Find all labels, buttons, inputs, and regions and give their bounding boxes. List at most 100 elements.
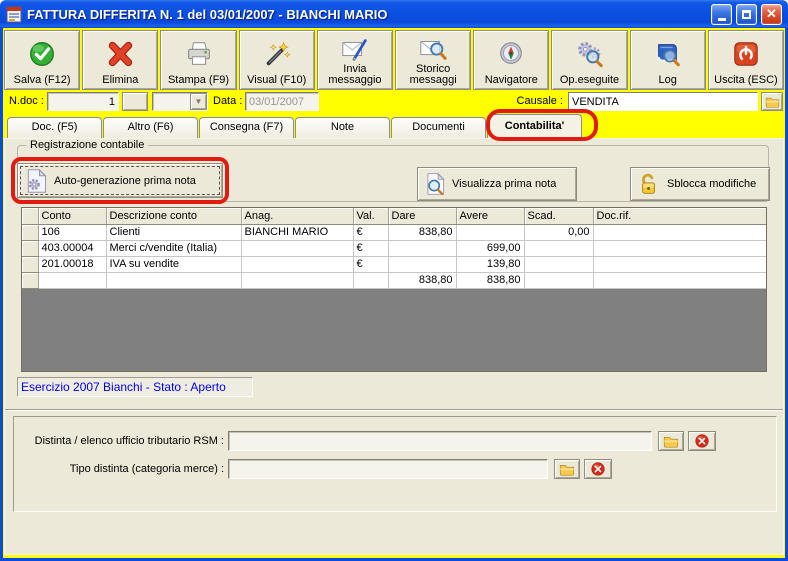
tipo-distinta-input[interactable] — [228, 459, 548, 479]
contabilita-tab-page: Registrazione contabile Auto-generazione… — [4, 138, 784, 555]
open-lock-icon — [642, 173, 655, 194]
stampa-button[interactable]: Stampa (F9) — [160, 30, 237, 90]
navigatore-label: Navigatore — [484, 74, 538, 86]
tab-consegna-f7[interactable]: Consegna (F7) — [199, 117, 294, 138]
navigatore-button[interactable]: Navigatore — [473, 30, 550, 90]
causale-label: Causale : — [516, 95, 563, 107]
grid-row-2[interactable]: 403.00004 Merci c/vendite (Italia) € 699… — [22, 240, 766, 257]
mail-search-icon — [418, 33, 448, 64]
auto-generazione-label: Auto-generazione prima nota — [54, 174, 196, 187]
tab-contabilita[interactable]: Contabilita' — [487, 114, 582, 138]
storico-messaggi-label: Storico messaggi — [409, 63, 457, 86]
tipo-distinta-label: Tipo distinta (categoria merce) : — [69, 463, 224, 475]
app-window: FATTURA DIFFERITA N. 1 del 03/01/2007 - … — [0, 0, 788, 561]
grid-totals-row[interactable]: 838,80 838,80 — [22, 272, 766, 289]
sblocca-modifiche-label: Sblocca modifiche — [667, 178, 757, 190]
esercizio-status: Esercizio 2007 Bianchi - Stato : Aperto — [17, 377, 253, 397]
stampa-label: Stampa (F9) — [167, 74, 230, 86]
causale-folder-button[interactable] — [761, 92, 783, 111]
distinta-panel: Distinta / elenco ufficio tributario RSM… — [13, 416, 777, 512]
grid-header-row: Conto Descrizione conto Anag. Val. Dare … — [22, 208, 766, 225]
toolbar: Salva (F12) Elimina Stampa (F9) Visual (… — [4, 30, 785, 90]
app-icon — [6, 6, 23, 23]
uscita-label: Uscita (ESC) — [714, 74, 778, 86]
visual-button[interactable]: Visual (F10) — [238, 30, 315, 90]
compass-icon — [496, 33, 526, 75]
log-button[interactable]: Log — [629, 30, 706, 90]
tab-documenti[interactable]: Documenti — [391, 117, 486, 138]
col-val: Val. — [353, 208, 389, 225]
col-anag: Anag. — [241, 208, 354, 225]
distinta-label: Distinta / elenco ufficio tributario RSM… — [34, 435, 224, 447]
document-fields-row: N.doc : ▼ Data : Causale : — [3, 92, 785, 112]
mail-pen-icon — [340, 33, 370, 64]
storico-messaggi-button[interactable]: Storico messaggi — [395, 30, 472, 90]
doc-type-combo-value — [153, 93, 190, 110]
elimina-label: Elimina — [102, 74, 139, 86]
magic-wand-icon — [262, 33, 292, 75]
invia-messaggio-button[interactable]: Invia messaggio — [316, 30, 394, 90]
elimina-button[interactable]: Elimina — [82, 30, 159, 90]
visualizza-prima-nota-button[interactable]: Visualizza prima nota — [417, 167, 577, 201]
ndoc-input[interactable] — [47, 92, 119, 111]
maximize-button[interactable] — [736, 3, 757, 25]
op-eseguite-label: Op.eseguite — [559, 74, 620, 86]
doc-search-icon — [427, 172, 445, 195]
log-label: Log — [658, 74, 677, 86]
data-label: Data : — [213, 95, 243, 107]
group-title: Registrazione contabile — [26, 139, 149, 151]
gears-search-icon — [575, 33, 605, 75]
distinta-clear-button[interactable] — [688, 431, 716, 451]
salva-button[interactable]: Salva (F12) — [4, 30, 81, 90]
distinta-folder-button[interactable] — [658, 431, 684, 451]
grid-row-1[interactable]: 106 Clienti BIANCHI MARIO € 838,80 0,00 — [22, 224, 766, 241]
minimize-button[interactable] — [711, 3, 732, 25]
auto-generazione-button[interactable]: Auto-generazione prima nota — [17, 163, 223, 198]
delete-x-icon — [105, 33, 135, 75]
save-check-icon — [27, 33, 57, 75]
col-avere: Avere — [456, 208, 525, 225]
invia-messaggio-label: Invia messaggio — [328, 63, 382, 86]
ndoc-side-button[interactable] — [122, 92, 148, 111]
log-book-search-icon — [653, 33, 683, 75]
chevron-down-icon: ▼ — [190, 93, 207, 110]
doc-type-combo[interactable]: ▼ — [152, 92, 208, 111]
ndoc-label: N.doc : — [9, 95, 44, 107]
sblocca-modifiche-button[interactable]: Sblocca modifiche — [630, 167, 770, 201]
tipo-distinta-clear-button[interactable] — [584, 459, 612, 479]
col-selector — [22, 208, 39, 225]
printer-icon — [184, 33, 214, 75]
visualizza-prima-nota-label: Visualizza prima nota — [452, 178, 557, 190]
col-scad: Scad. — [524, 208, 594, 225]
data-input[interactable] — [245, 92, 319, 111]
col-conto: Conto — [38, 208, 107, 225]
visual-label: Visual (F10) — [247, 74, 307, 86]
close-button[interactable]: ✕ — [761, 3, 782, 25]
tipo-distinta-folder-button[interactable] — [554, 459, 580, 479]
distinta-input[interactable] — [228, 431, 652, 451]
cancel-icon — [695, 434, 709, 448]
panel-divider — [5, 409, 783, 411]
annotation-ring-autogen: Auto-generazione prima nota — [11, 157, 229, 204]
causale-input[interactable] — [568, 92, 758, 111]
cancel-icon — [591, 462, 605, 476]
window-title: FATTURA DIFFERITA N. 1 del 03/01/2007 - … — [27, 6, 388, 22]
tab-strip: Doc. (F5) Altro (F6) Consegna (F7) Note … — [3, 109, 785, 141]
col-docrif: Doc.rif. — [593, 208, 766, 225]
power-exit-icon — [731, 33, 761, 75]
folder-icon — [559, 465, 575, 476]
folder-icon — [765, 97, 779, 108]
folder-icon — [663, 437, 679, 448]
tab-altro-f6[interactable]: Altro (F6) — [103, 117, 198, 138]
doc-gear-icon — [27, 168, 47, 193]
tab-note[interactable]: Note — [295, 117, 390, 138]
prima-nota-grid: Conto Descrizione conto Anag. Val. Dare … — [21, 207, 767, 372]
op-eseguite-button[interactable]: Op.eseguite — [551, 30, 628, 90]
client-area: Salva (F12) Elimina Stampa (F9) Visual (… — [3, 28, 785, 558]
col-dare: Dare — [388, 208, 457, 225]
tab-doc-f5[interactable]: Doc. (F5) — [7, 117, 102, 138]
col-descrizione: Descrizione conto — [106, 208, 242, 225]
uscita-button[interactable]: Uscita (ESC) — [707, 30, 785, 90]
title-bar: FATTURA DIFFERITA N. 1 del 03/01/2007 - … — [0, 0, 788, 28]
grid-row-3[interactable]: 201.00018 IVA su vendite € 139,80 — [22, 256, 766, 273]
